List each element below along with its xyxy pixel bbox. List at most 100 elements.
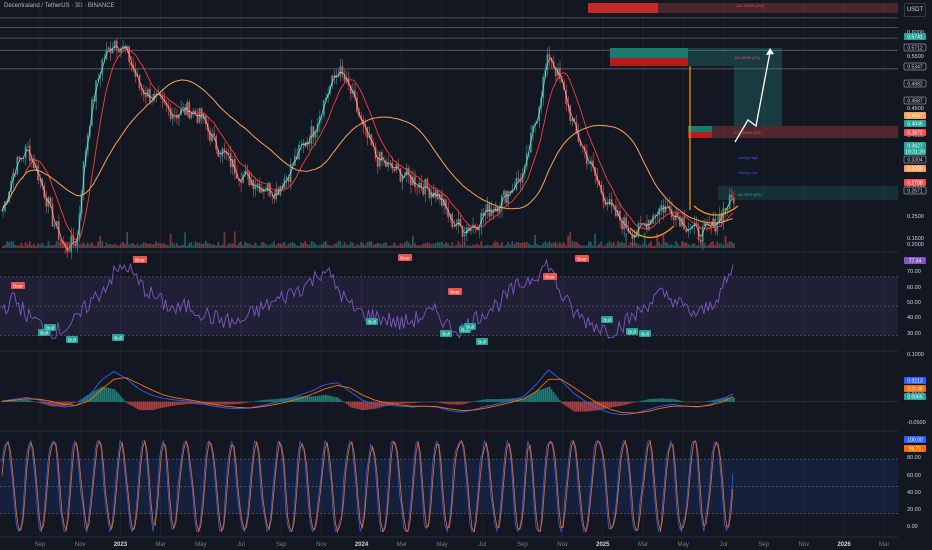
volume-bar — [103, 245, 106, 248]
macd-hist-bar — [22, 399, 25, 402]
macd-hist-bar — [550, 389, 553, 402]
candle-body — [219, 156, 222, 157]
volume-bar — [391, 245, 394, 248]
volume-bar — [314, 243, 317, 248]
volume-bar — [492, 242, 495, 248]
candle-body — [2, 210, 4, 212]
volume-bar — [221, 244, 224, 248]
volume-bar — [20, 242, 23, 248]
price-tag-text: 0.4587 — [907, 99, 923, 105]
volume-bar — [443, 244, 445, 248]
volume-bar — [436, 241, 439, 248]
volume-bar — [124, 243, 126, 248]
macd-hist-bar — [478, 400, 481, 402]
volume-bar — [138, 245, 141, 248]
volume-bar — [693, 243, 696, 248]
macd-hist-bar — [312, 396, 315, 402]
volume-bar — [184, 232, 186, 248]
candle-body — [190, 113, 193, 119]
volume-bar — [403, 242, 406, 248]
volume-bar — [142, 242, 145, 248]
volume-bar — [674, 241, 677, 248]
volume-bar — [571, 241, 574, 248]
volume-bar — [728, 241, 731, 248]
macd-hist-bar — [438, 401, 441, 403]
macd-hist-bar — [175, 401, 178, 406]
volume-bar — [600, 241, 603, 248]
macd-hist-bar — [74, 401, 77, 403]
volume-bar — [126, 231, 129, 248]
volume-bar — [610, 243, 613, 248]
volume-bar — [161, 243, 164, 248]
volume-bar — [496, 242, 499, 248]
volume-bar — [157, 243, 160, 248]
volume-bar — [579, 245, 582, 248]
stoch-axis-label: 0.00 — [907, 524, 918, 530]
volume-bar — [430, 244, 433, 248]
macd-hist-bar — [503, 398, 505, 402]
volume-bar — [281, 243, 284, 248]
volume-bar — [366, 242, 369, 248]
volume-bar — [223, 232, 226, 248]
candle-body — [310, 126, 313, 144]
volume-bar — [376, 242, 379, 248]
macd-hist-bar — [163, 401, 166, 408]
macd-hist-bar — [710, 400, 712, 402]
macd-hist-bar — [476, 400, 478, 402]
price-tag-text: 0.2788 — [907, 181, 923, 187]
volume-bar — [178, 245, 180, 248]
bull-label: Bull — [66, 336, 78, 343]
volume-bar — [511, 241, 514, 248]
macd-hist-bar — [186, 401, 189, 405]
macd-hist-bar — [474, 401, 476, 402]
volume-bar — [175, 243, 178, 248]
volume-bar — [565, 245, 567, 248]
macd-hist-bar — [706, 401, 708, 402]
volume-bar — [416, 245, 418, 248]
volume-bar — [666, 243, 669, 248]
macd-hist-bar — [157, 401, 160, 409]
macd-hist-bar — [233, 401, 236, 405]
volume-bar — [732, 243, 735, 248]
volume-bar — [554, 241, 557, 248]
candle-body — [173, 114, 176, 116]
macd-hist-bar — [416, 401, 418, 403]
volume-bar — [695, 245, 698, 248]
macd-hist-bar — [436, 401, 439, 403]
macd-hist-bar — [372, 401, 375, 409]
macd-hist-bar — [231, 401, 234, 405]
volume-bar — [382, 242, 385, 248]
volume-bar — [192, 245, 195, 248]
volume-bar — [267, 245, 269, 248]
candle-body — [465, 227, 468, 235]
volume-bar — [380, 244, 383, 248]
macd-hist-bar — [556, 397, 559, 402]
time-tick-label: Sep — [35, 542, 46, 548]
volume-bar — [70, 244, 73, 248]
macd-hist-bar — [443, 401, 445, 404]
volume-bar — [269, 244, 271, 248]
price-axis: 0.60000.55000.50000.45000.40000.35000.30… — [903, 30, 927, 530]
macd-hist-bar — [418, 401, 420, 403]
macd-hist-bar — [78, 400, 81, 402]
volume-bar — [53, 244, 56, 248]
macd-hist-bar — [310, 396, 313, 402]
volume-bar — [625, 232, 628, 248]
bear-label-text: Bear — [450, 290, 460, 295]
volume-bar — [701, 242, 704, 248]
volume-bar — [662, 233, 665, 248]
volume-bar — [592, 245, 594, 248]
volume-bar — [111, 244, 114, 248]
volume-bar — [97, 241, 100, 248]
volume-bar — [37, 243, 39, 248]
macd-hist-bar — [180, 401, 182, 405]
volume-bar — [62, 242, 64, 248]
macd-hist-bar — [457, 401, 460, 405]
macd-hist-bar — [269, 399, 271, 402]
macd-hist-bar — [614, 401, 617, 407]
volume-bar — [72, 243, 75, 248]
time-tick-label: 2024 — [355, 542, 369, 548]
volume-bar — [117, 245, 120, 248]
macd-hist-bar — [318, 395, 321, 402]
candle-body — [610, 199, 613, 207]
